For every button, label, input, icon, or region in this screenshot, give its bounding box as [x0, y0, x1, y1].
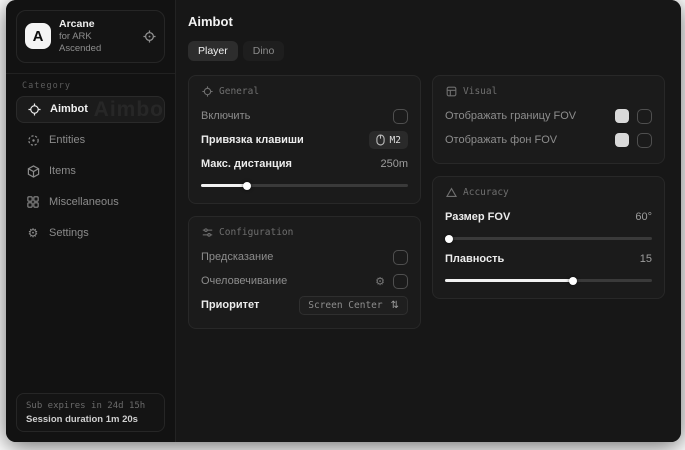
target-icon[interactable] — [143, 30, 156, 43]
tab-dino[interactable]: Dino — [243, 41, 285, 61]
slider-thumb[interactable] — [569, 277, 577, 285]
keybind-button[interactable]: M2 — [369, 131, 408, 149]
priority-dropdown[interactable]: Screen Center ⇅ — [299, 296, 408, 315]
sidebar-item-label: Miscellaneous — [49, 196, 119, 208]
grid-icon — [26, 196, 40, 208]
fov-bg-label: Отображать фон FOV — [445, 134, 557, 146]
card-title: Accuracy — [463, 187, 509, 198]
app-window: A Arcane for ARK Ascended Category — [6, 0, 681, 442]
card-general: General Включить Привязка клавиши — [188, 75, 421, 204]
aimbot-watermark: Aimbot — [94, 98, 165, 122]
category-label: Category — [6, 74, 175, 96]
sidebar-item-label: Items — [49, 165, 76, 177]
max-distance-label: Макс. дистанция — [201, 158, 292, 170]
priority-label: Приоритет — [201, 299, 259, 311]
tab-bar: Player Dino — [188, 41, 669, 61]
fov-size-value: 60° — [635, 211, 652, 223]
sidebar-item-label: Settings — [49, 227, 89, 239]
max-distance-value: 250m — [380, 158, 408, 170]
fov-border-checkbox[interactable] — [637, 109, 652, 124]
sub-expires-text: Sub expires in 24d 15h — [26, 401, 155, 411]
sidebar-item-aimbot[interactable]: Aimbot Aimbot — [16, 96, 165, 123]
app-name: Arcane — [59, 18, 135, 31]
tab-player[interactable]: Player — [188, 41, 238, 61]
prediction-label: Предсказание — [201, 251, 273, 263]
card-title: Configuration — [219, 227, 293, 238]
sidebar-item-miscellaneous[interactable]: Miscellaneous — [16, 189, 165, 216]
fov-bg-color-swatch[interactable] — [615, 133, 629, 147]
app-subtitle: for ARK Ascended — [59, 31, 135, 55]
triangle-icon — [445, 187, 457, 198]
card-title: General — [219, 86, 259, 97]
humanization-settings-icon[interactable]: ⚙ — [375, 275, 385, 288]
page-title: Aimbot — [188, 14, 669, 29]
fov-size-slider[interactable] — [445, 237, 652, 240]
fov-border-color-swatch[interactable] — [615, 109, 629, 123]
card-title: Visual — [463, 86, 497, 97]
max-distance-slider[interactable] — [201, 184, 408, 187]
box-icon — [26, 165, 40, 178]
prediction-checkbox[interactable] — [393, 250, 408, 265]
card-visual: Visual Отображать границу FOV Отображать… — [432, 75, 665, 164]
sidebar: A Arcane for ARK Ascended Category — [6, 0, 176, 442]
sidebar-item-settings[interactable]: ⚙ Settings — [16, 220, 165, 247]
humanization-checkbox[interactable] — [393, 274, 408, 289]
sidebar-item-label: Entities — [49, 134, 85, 146]
keybind-label: Привязка клавиши — [201, 134, 304, 146]
sliders-icon — [201, 227, 213, 238]
mouse-icon — [376, 134, 385, 146]
smoothness-slider[interactable] — [445, 279, 652, 282]
radar-icon — [26, 134, 40, 147]
card-configuration: Configuration Предсказание Очеловечивани… — [188, 216, 421, 329]
crosshair-icon — [27, 103, 41, 116]
fov-size-label: Размер FOV — [445, 211, 510, 223]
session-duration-text: Session duration 1m 20s — [26, 414, 155, 425]
fov-border-label: Отображать границу FOV — [445, 110, 576, 122]
sidebar-item-entities[interactable]: Entities — [16, 127, 165, 154]
keybind-value: M2 — [390, 135, 401, 146]
brand-header: A Arcane for ARK Ascended — [16, 10, 165, 63]
smoothness-value: 15 — [640, 253, 652, 265]
sort-arrows-icon: ⇅ — [391, 300, 399, 311]
crosshair-small-icon — [201, 86, 213, 97]
slider-thumb[interactable] — [243, 182, 251, 190]
smoothness-label: Плавность — [445, 253, 504, 265]
enable-label: Включить — [201, 110, 250, 122]
main-panel: Aimbot Player Dino — [176, 0, 681, 442]
priority-value: Screen Center — [308, 300, 382, 311]
humanization-label: Очеловечивание — [201, 275, 287, 287]
sidebar-item-items[interactable]: Items — [16, 158, 165, 185]
slider-thumb[interactable] — [445, 235, 453, 243]
sidebar-item-label: Aimbot — [50, 103, 88, 115]
fov-bg-checkbox[interactable] — [637, 133, 652, 148]
app-logo: A — [25, 23, 51, 49]
subscription-info: Sub expires in 24d 15h Session duration … — [16, 393, 165, 432]
sidebar-nav: Aimbot Aimbot Entities — [6, 96, 175, 247]
enable-checkbox[interactable] — [393, 109, 408, 124]
gear-icon: ⚙ — [26, 226, 40, 240]
card-accuracy: Accuracy Размер FOV 60° Плавность 15 — [432, 176, 665, 299]
layout-icon — [445, 86, 457, 97]
